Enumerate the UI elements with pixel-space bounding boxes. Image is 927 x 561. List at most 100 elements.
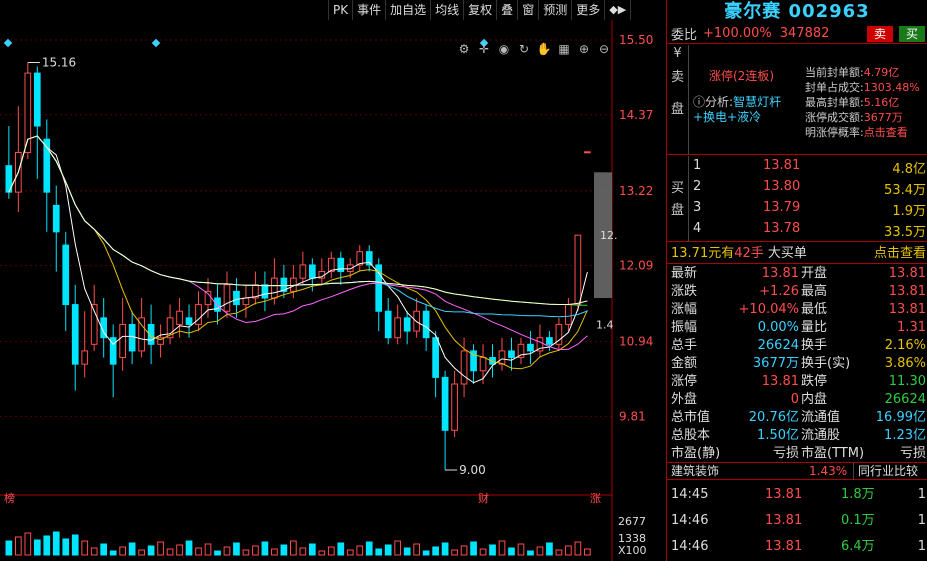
candle-body bbox=[508, 350, 515, 359]
candle-body bbox=[527, 343, 534, 352]
tick-list: 14:45 13.81 1.8万 1 14:46 13.81 0.1万 1 14:46 13.81… bbox=[667, 482, 927, 560]
industry-compare-link[interactable]: 同行业比较 bbox=[853, 463, 918, 480]
candle-body bbox=[565, 304, 572, 325]
volume-bar bbox=[565, 545, 572, 556]
price-label: 12.09 bbox=[619, 259, 653, 273]
buy-level-1[interactable]: 1 13.81 4.8亿 bbox=[689, 158, 927, 177]
volume-bar bbox=[204, 543, 212, 556]
volume-bar bbox=[384, 544, 392, 556]
candle-body bbox=[299, 264, 307, 279]
volume-bar bbox=[81, 540, 89, 556]
volume-label: X100 bbox=[618, 544, 647, 557]
candle-body bbox=[479, 357, 487, 372]
toolbar-ma[interactable]: 均线 bbox=[431, 0, 465, 20]
buy-level-4[interactable]: 4 13.78 33.5万 bbox=[689, 221, 927, 240]
sector-row[interactable]: 建筑装饰 1.43% 同行业比较 bbox=[667, 462, 927, 480]
current-price-label: 12. bbox=[600, 229, 618, 242]
volume-bar bbox=[166, 548, 174, 556]
quote-panel: 豪尔赛 002963 委比 +100.00% 347882 卖 买 ¥ 卖 盘 … bbox=[666, 0, 927, 561]
grid-icon[interactable]: ▦ bbox=[556, 42, 572, 56]
big-order-link[interactable]: 点击查看 bbox=[874, 244, 926, 264]
toolbar-add-watchlist[interactable]: 加自选 bbox=[386, 0, 432, 20]
candle-body bbox=[451, 383, 458, 431]
candle-body bbox=[176, 310, 183, 325]
toolbar-pk[interactable]: PK bbox=[329, 0, 354, 20]
tick-row: 14:45 13.81 1.8万 1 bbox=[671, 487, 926, 502]
sector-name: 建筑装饰 bbox=[671, 464, 720, 478]
volume-bar bbox=[299, 547, 307, 556]
tick-row: 14:46 13.81 6.4万 1 bbox=[671, 539, 926, 554]
volume-bar bbox=[5, 540, 13, 556]
zoom-in-icon[interactable]: ⊕ bbox=[576, 42, 592, 56]
sell-button[interactable]: 卖 bbox=[867, 26, 893, 42]
quote-row: 总股本 1.50亿 流通股 1.23亿 bbox=[671, 428, 926, 443]
toolbar-adjust[interactable]: 复权 bbox=[464, 0, 498, 20]
price-label: 15.50 bbox=[619, 33, 653, 47]
volume-bar bbox=[223, 546, 231, 556]
analysis-icon: ⓘ bbox=[693, 95, 706, 109]
price-label: 14.37 bbox=[619, 108, 653, 122]
refresh-icon[interactable]: ↻ bbox=[516, 42, 532, 56]
stock-title: 豪尔赛 002963 bbox=[724, 1, 870, 22]
settings-icon[interactable]: ⚙ bbox=[456, 42, 472, 56]
toolbar-expand-icon[interactable]: ◆▶ bbox=[605, 0, 632, 20]
volume-bar bbox=[479, 548, 487, 556]
eye-icon[interactable]: ◉ bbox=[496, 42, 512, 56]
volume-bar bbox=[233, 542, 240, 556]
seal-row: 明涨停概率:点击查看 bbox=[805, 126, 908, 139]
ma-line bbox=[8, 135, 588, 384]
candle-body bbox=[33, 72, 41, 127]
candle-body bbox=[574, 234, 582, 306]
toolbar-overlay[interactable]: 叠 bbox=[497, 0, 519, 20]
sell-book: ¥ 卖 盘 涨停(2连板) ⓘ分析:智慧灯杆+换电+液冷 当前封单额:4.79亿… bbox=[667, 45, 927, 155]
toolbar-events[interactable]: 事件 bbox=[353, 0, 387, 20]
candle-body bbox=[498, 350, 506, 365]
volume-bar bbox=[546, 542, 553, 556]
buy-level-2[interactable]: 2 13.80 53.4万 bbox=[689, 179, 927, 198]
low-label: 9.00 bbox=[459, 463, 486, 477]
toolbar-window[interactable]: 窗 bbox=[518, 0, 540, 20]
volume-bar bbox=[24, 532, 32, 556]
volume-bar bbox=[413, 543, 420, 556]
analysis-text[interactable]: ⓘ分析:智慧灯杆+换电+液冷 bbox=[693, 95, 799, 125]
buy-button[interactable]: 买 bbox=[899, 26, 925, 42]
candle-body bbox=[403, 317, 411, 332]
kline-chart-area[interactable]: 15.50 14.37 13.22 12.09 10.94 9.81 15.16 9.00 12… bbox=[0, 20, 665, 561]
volume-bar bbox=[157, 541, 164, 556]
volume-bar bbox=[100, 543, 108, 556]
seal-info: 当前封单额:4.79亿 封单占成交:1303.48% 最高封单额:5.16亿 涨… bbox=[805, 65, 920, 140]
volume-bar bbox=[71, 534, 79, 556]
volume-bar bbox=[394, 540, 402, 556]
volume-bar bbox=[508, 547, 515, 556]
bottom-marker: 涨 bbox=[590, 492, 601, 505]
chart-tools: ⚙ ✛ ◉ ↻ ✋ ▦ ⊕ ⊖ bbox=[456, 42, 612, 56]
volume-bar bbox=[517, 543, 525, 556]
volume-bar bbox=[365, 541, 373, 556]
buy-level-3[interactable]: 3 13.79 1.9万 bbox=[689, 200, 927, 219]
webi-diff: 347882 bbox=[779, 26, 830, 41]
candle-body bbox=[460, 350, 468, 385]
volume-bar bbox=[555, 549, 563, 556]
kline-chart[interactable]: 15.50 14.37 13.22 12.09 10.94 9.81 15.16 9.00 12… bbox=[0, 20, 665, 561]
candle-body bbox=[81, 350, 89, 365]
volume-bar bbox=[584, 548, 591, 556]
quote-row: 振幅 0.00% 量比 1.31 bbox=[671, 320, 926, 335]
chart-toolbar: PK 事件 加自选 均线 复权 叠 窗 预测 更多 ◆▶ bbox=[328, 0, 632, 20]
volume-bar bbox=[90, 547, 98, 556]
buy-book: 买 盘 1 13.81 4.8亿 2 13.80 53.4万 3 13.79 1.9万 41… bbox=[667, 156, 927, 242]
quote-row: 外盘 0 内盘 26624 bbox=[671, 392, 926, 407]
volume-bar bbox=[261, 541, 269, 556]
hand-icon[interactable]: ✋ bbox=[536, 42, 552, 56]
toolbar-more[interactable]: 更多 bbox=[572, 0, 606, 20]
big-order-line[interactable]: 13.71元有42手 大买单 点击查看 bbox=[667, 244, 927, 264]
crosshair-icon[interactable]: ✛ bbox=[476, 42, 492, 56]
seal-row: 当前封单额:4.79亿 bbox=[805, 66, 900, 79]
zoom-out-icon[interactable]: ⊖ bbox=[596, 42, 612, 56]
volume-bar bbox=[422, 550, 430, 556]
candle-body bbox=[584, 151, 591, 154]
candle-body bbox=[128, 323, 136, 352]
volume-bar bbox=[109, 550, 117, 556]
toolbar-forecast[interactable]: 预测 bbox=[539, 0, 573, 20]
quote-row: 涨幅 +10.04% 最低 13.81 bbox=[671, 302, 926, 317]
probability-link[interactable]: 点击查看 bbox=[864, 126, 908, 139]
